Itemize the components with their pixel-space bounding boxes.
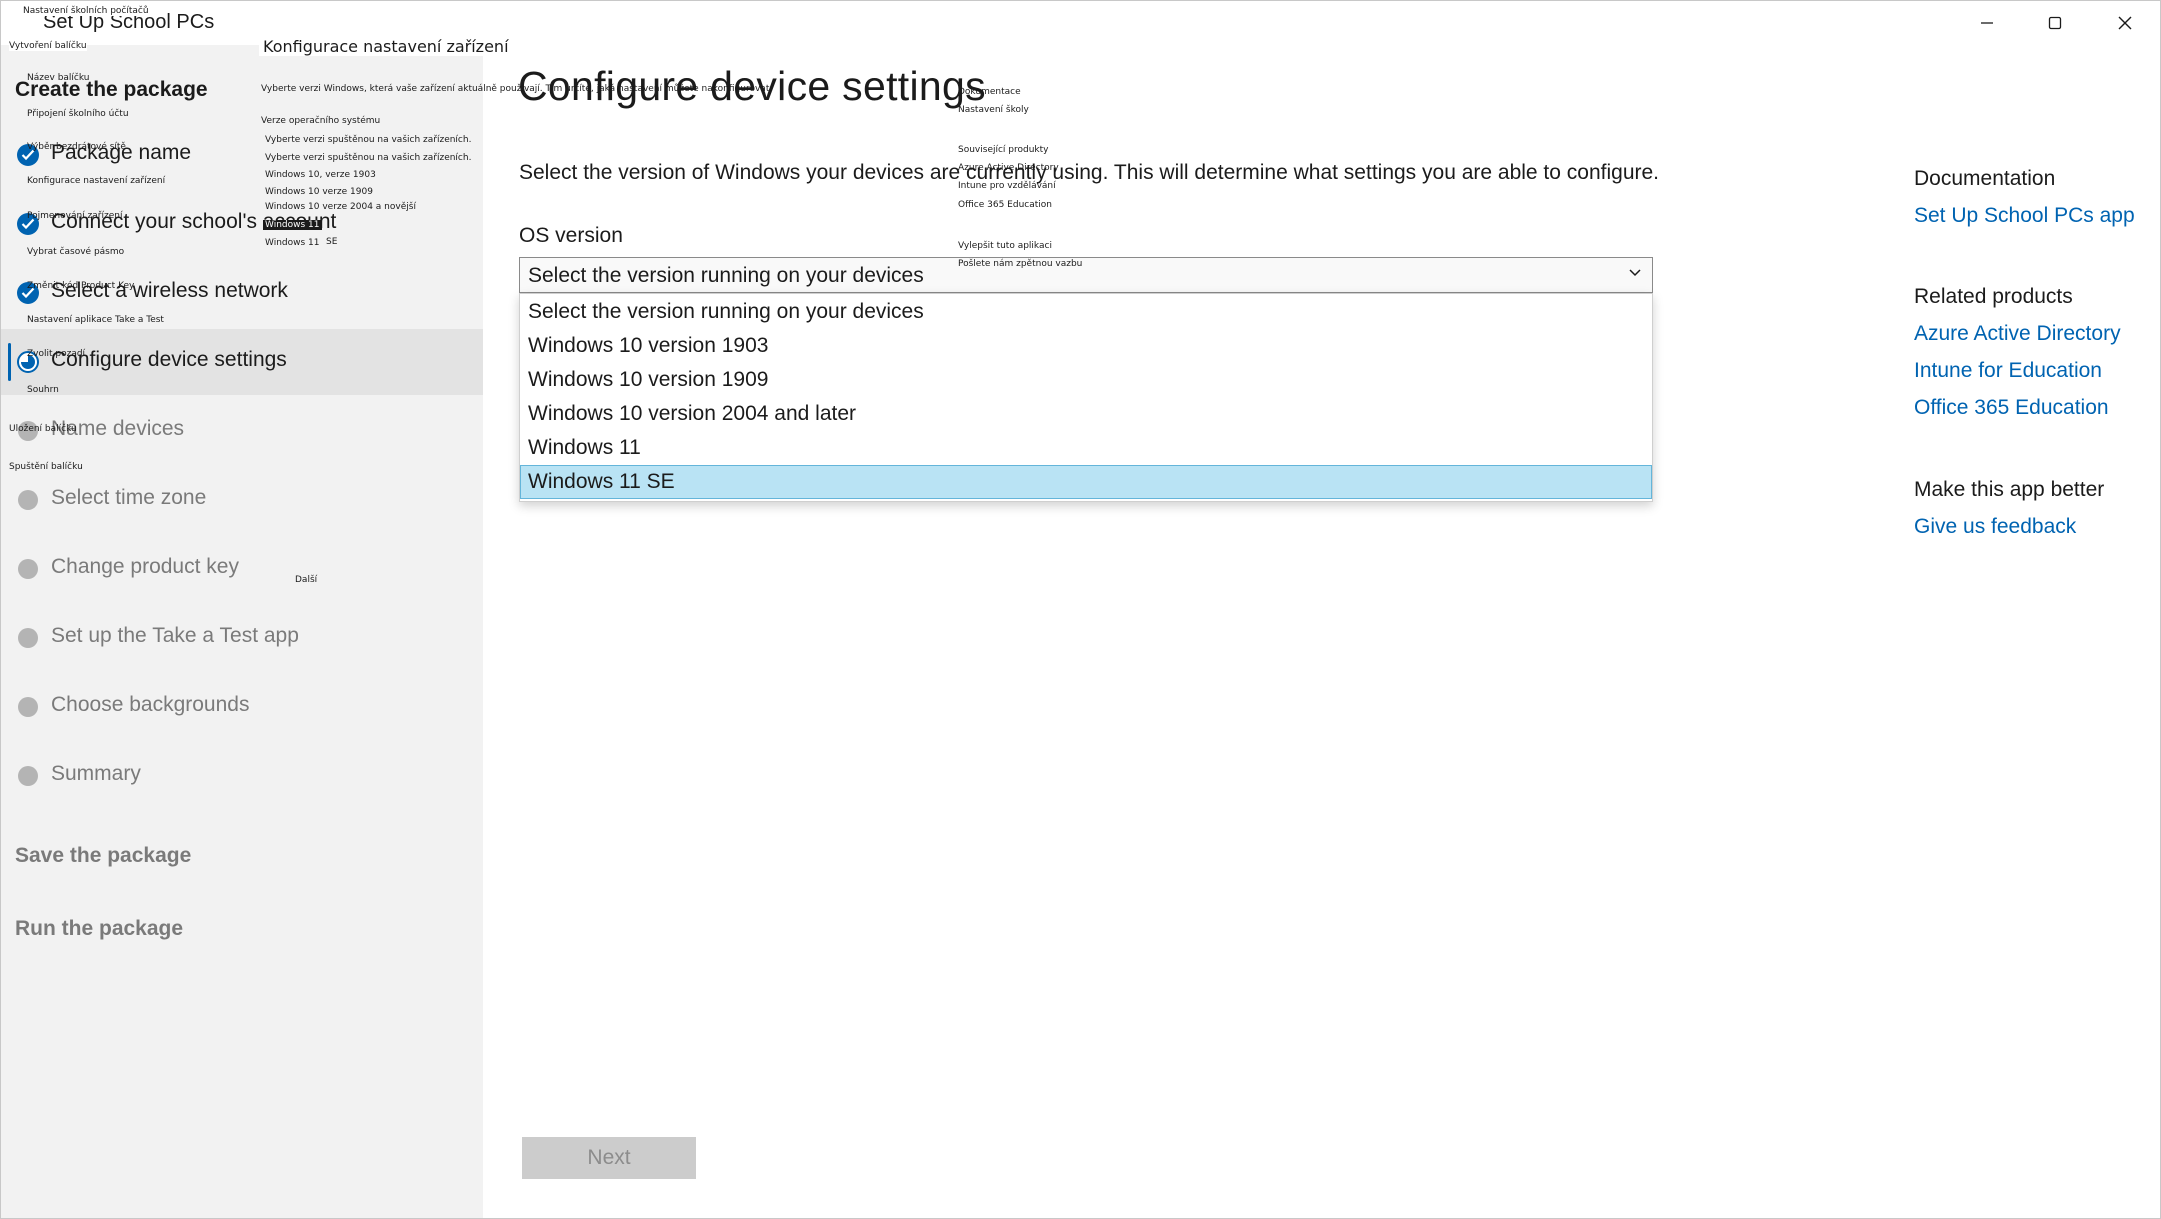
documentation-heading: Documentation — [1914, 167, 2056, 190]
cz-create-section: Vytvoření balíčku — [9, 41, 87, 51]
link-set-up-school-pcs-app[interactable]: Set Up School PCs app — [1914, 204, 2135, 228]
step-label: Summary — [51, 762, 141, 785]
cz-step-name-devices: Pojmenování zařízení — [27, 211, 123, 221]
close-button[interactable] — [2090, 1, 2160, 45]
app-window: Set Up School PCs Create the package Pac… — [0, 0, 2161, 1219]
os-option-win10-1909[interactable]: Windows 10 version 1909 — [520, 363, 1652, 397]
cz-run-section: Spuštění balíčku — [9, 462, 83, 472]
cz-heading: Konfigurace nastavení zařízení — [259, 37, 513, 56]
os-select-value: Select the version running on your devic… — [528, 264, 924, 287]
section-save-package: Save the package — [15, 844, 192, 867]
cz-option-5-suffix: SE — [326, 237, 338, 247]
pending-dot-icon — [18, 628, 38, 648]
os-option-win10-1903[interactable]: Windows 10 version 1903 — [520, 329, 1652, 363]
make-app-better-heading: Make this app better — [1914, 478, 2105, 501]
sidebar-step-backgrounds[interactable]: Choose backgrounds — [1, 674, 483, 740]
cz-step-backgrounds: Zvolit pozadí — [27, 349, 86, 359]
page-description: Select the version of Windows your devic… — [519, 161, 1659, 184]
pending-dot-icon — [18, 490, 38, 510]
pending-dot-icon — [18, 766, 38, 786]
chevron-down-icon — [1629, 269, 1641, 277]
sidebar-step-summary[interactable]: Summary — [1, 743, 483, 809]
cz-next: Další — [295, 575, 318, 585]
cz-step-take-test: Nastavení aplikace Take a Test — [27, 315, 164, 325]
step-label: Select time zone — [51, 486, 207, 509]
cz-step-time-zone: Vybrat časové pásmo — [27, 247, 125, 257]
cz-app-title: Nastavení školních počítačů — [23, 6, 149, 16]
link-give-feedback[interactable]: Give us feedback — [1914, 515, 2076, 539]
os-version-label: OS version — [519, 224, 623, 247]
cz-step-summary: Souhrn — [27, 385, 59, 395]
close-icon — [2118, 16, 2132, 30]
cz-rel-2: Intune pro vzdělávání — [958, 181, 1056, 191]
minimize-button[interactable] — [1952, 1, 2022, 45]
os-version-dropdown-list: Select the version running on your devic… — [519, 293, 1653, 502]
cz-option-5: Windows 11 — [265, 238, 320, 248]
cz-step-product-key: Změnit kód Product Key — [27, 281, 135, 291]
cz-select-value: Vyberte verzi spuštěnou na vašich zaříze… — [265, 135, 472, 145]
cz-rel-3: Office 365 Education — [958, 200, 1052, 210]
sidebar-step-configure-device-settings[interactable]: Configure device settings — [1, 329, 483, 395]
cz-doc-link: Nastavení školy — [958, 105, 1029, 115]
section-run-package: Run the package — [15, 917, 184, 940]
minimize-icon — [1981, 22, 1993, 24]
cz-step-config: Konfigurace nastavení zařízení — [27, 176, 166, 186]
cz-related: Související produkty — [958, 145, 1049, 155]
cz-description: Vyberte verzi Windows, která vaše zaříze… — [261, 84, 773, 94]
step-label: Choose backgrounds — [51, 693, 250, 716]
cz-rel-1: Azure Active Directory — [958, 163, 1059, 173]
step-label: Configure device settings — [51, 348, 287, 371]
link-intune-for-education[interactable]: Intune for Education — [1914, 359, 2102, 383]
os-option-win11[interactable]: Windows 11 — [520, 431, 1652, 465]
cz-option-4: Windows 11 — [263, 220, 322, 230]
cz-option-0: Vyberte verzi spuštěnou na vašich zaříze… — [265, 153, 472, 163]
cz-feedback: Pošlete nám zpětnou vazbu — [958, 259, 1083, 269]
sidebar-step-take-a-test[interactable]: Set up the Take a Test app — [1, 605, 483, 671]
step-label: Set up the Take a Test app — [51, 624, 299, 647]
maximize-button[interactable] — [2020, 1, 2090, 45]
sidebar-step-product-key[interactable]: Change product key — [1, 536, 483, 602]
cz-step-account: Připojení školního účtu — [27, 109, 129, 119]
os-option-placeholder[interactable]: Select the version running on your devic… — [520, 295, 1652, 329]
cz-os-label: Verze operačního systému — [261, 116, 381, 126]
cz-documentation: Dokumentace — [958, 87, 1021, 97]
os-option-win11-se[interactable]: Windows 11 SE — [520, 465, 1652, 499]
cz-step-package-name: Název balíčku — [27, 73, 90, 83]
link-office-365-education[interactable]: Office 365 Education — [1914, 396, 2109, 420]
cz-option-3: Windows 10 verze 2004 a novější — [265, 202, 416, 212]
related-products-heading: Related products — [1914, 285, 2073, 308]
cz-better: Vylepšit tuto aplikaci — [958, 241, 1052, 251]
link-azure-active-directory[interactable]: Azure Active Directory — [1914, 322, 2121, 346]
maximize-icon — [2048, 16, 2062, 30]
os-option-win10-2004[interactable]: Windows 10 version 2004 and later — [520, 397, 1652, 431]
pending-dot-icon — [18, 559, 38, 579]
cz-option-1: Windows 10, verze 1903 — [265, 170, 376, 180]
os-version-select[interactable]: Select the version running on your devic… — [519, 257, 1653, 293]
cz-option-2: Windows 10 verze 1909 — [265, 187, 373, 197]
next-button[interactable]: Next — [522, 1137, 696, 1179]
cz-step-wireless: Výběr bezdrátové sítě — [27, 142, 126, 152]
step-label: Change product key — [51, 555, 239, 578]
sidebar-step-time-zone[interactable]: Select time zone — [1, 467, 483, 533]
cz-save-section: Uložení balíčku — [9, 424, 77, 434]
pending-dot-icon — [18, 697, 38, 717]
